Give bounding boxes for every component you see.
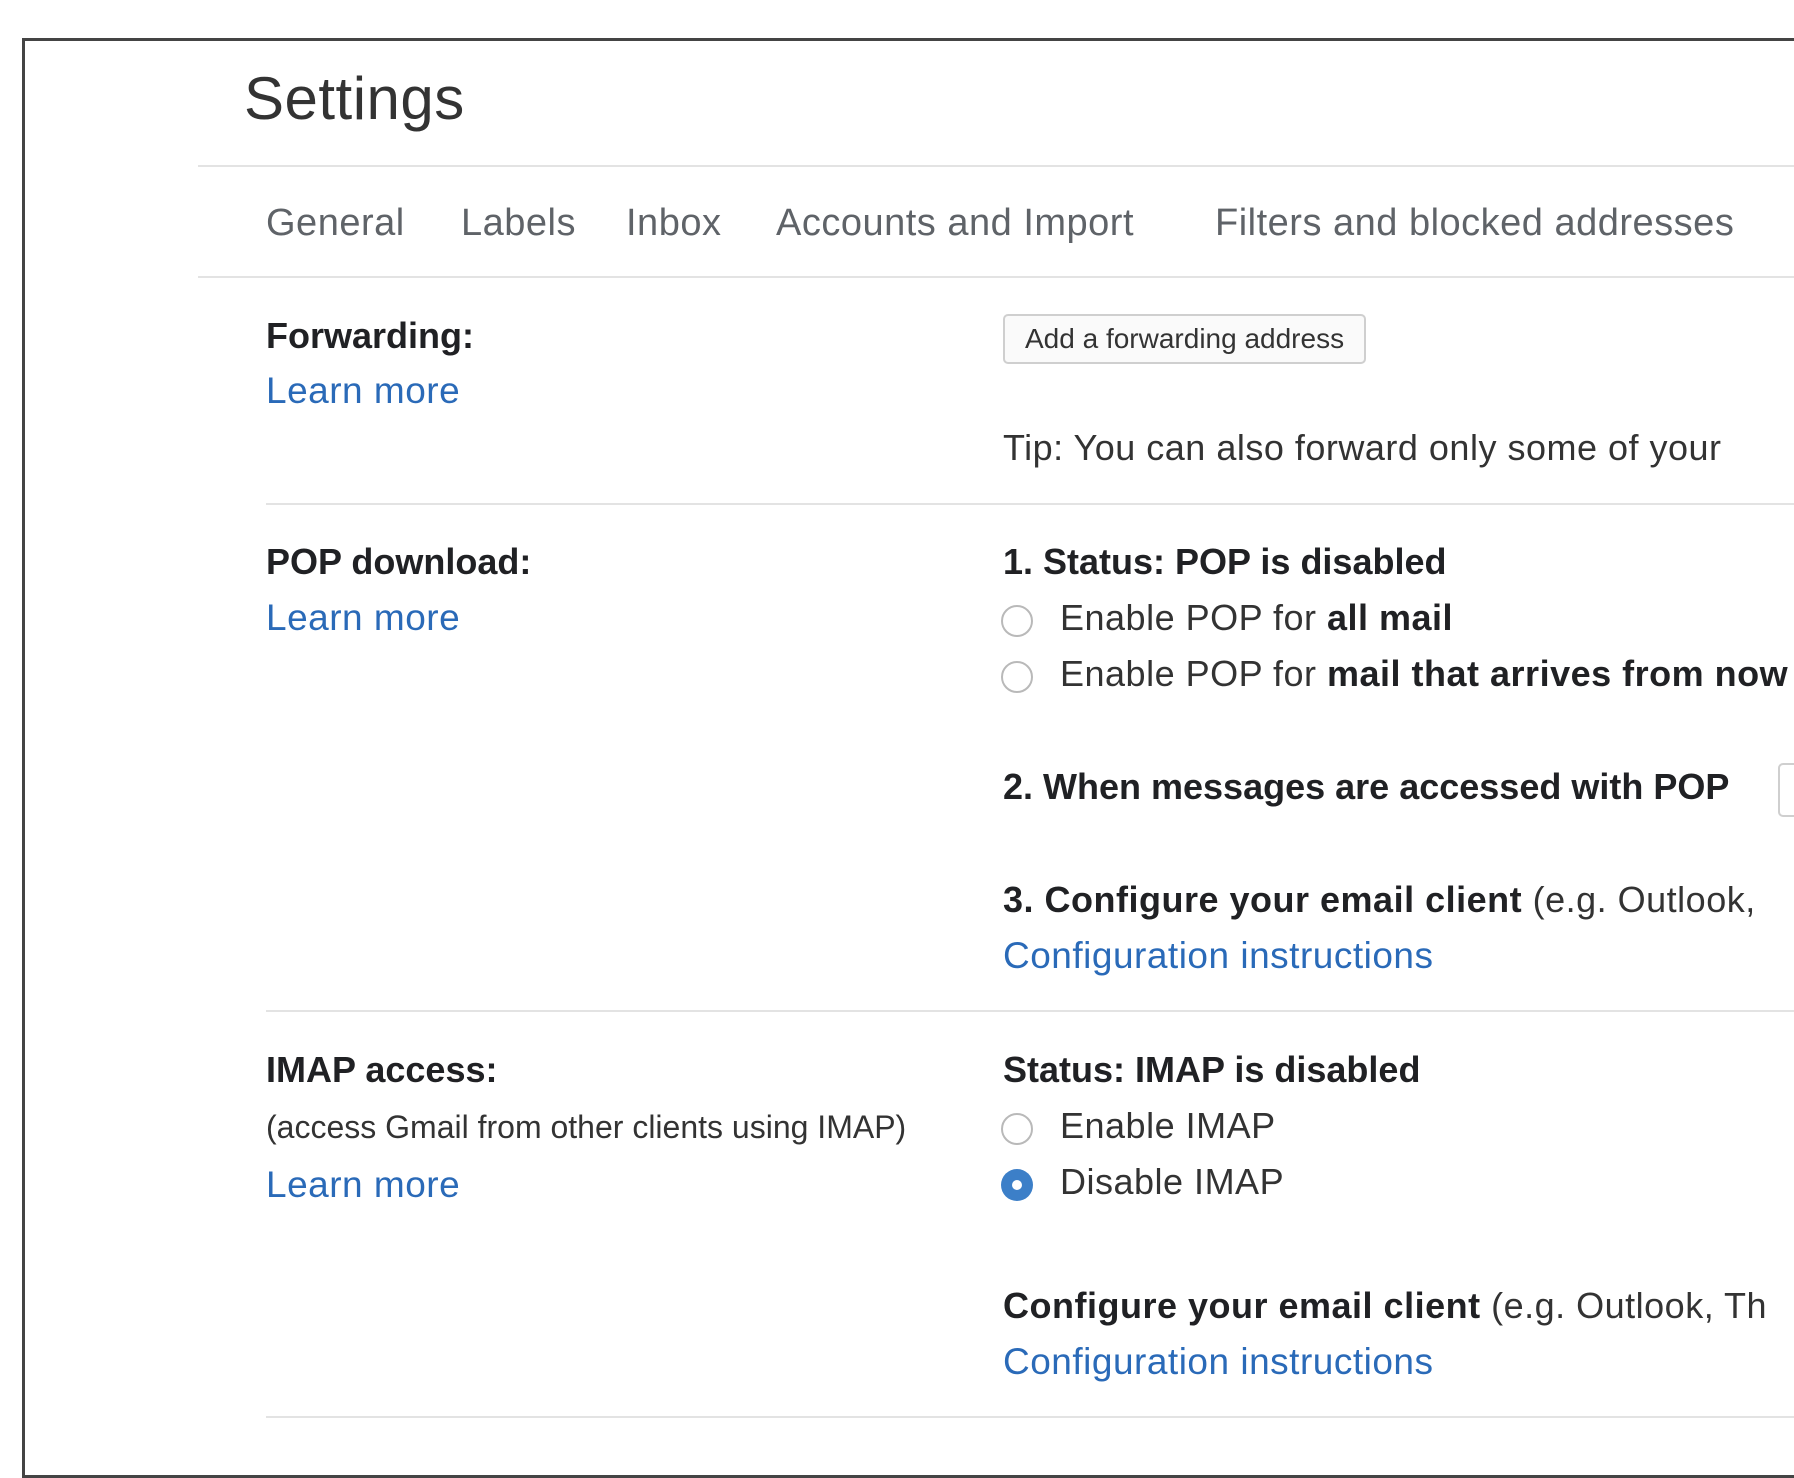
pop-all-mail-prefix: Enable POP for: [1060, 597, 1327, 638]
pop-status: 1. Status: POP is disabled: [1003, 541, 1447, 582]
section-divider: [266, 1416, 1794, 1418]
pop-when-accessed: 2. When messages are accessed with POP: [1003, 766, 1730, 807]
header-divider: [198, 165, 1794, 167]
imap-sublabel: (access Gmail from other clients using I…: [266, 1109, 907, 1145]
pop-all-mail-label[interactable]: Enable POP for all mail: [1060, 597, 1453, 639]
imap-status: Status: IMAP is disabled: [1003, 1049, 1421, 1090]
pop-configure-rest: (e.g. Outlook,: [1522, 879, 1756, 920]
section-divider: [266, 503, 1794, 505]
enable-imap-label[interactable]: Enable IMAP: [1060, 1105, 1276, 1147]
imap-learn-more-link[interactable]: Learn more: [266, 1164, 460, 1206]
disable-imap-label[interactable]: Disable IMAP: [1060, 1161, 1284, 1203]
tab-accounts-and-import[interactable]: Accounts and Import: [776, 202, 1134, 245]
imap-configure-text: Configure your email client (e.g. Outloo…: [1003, 1285, 1767, 1327]
tab-inbox[interactable]: Inbox: [626, 202, 721, 245]
pop-from-now-label[interactable]: Enable POP for mail that arrives from no…: [1060, 653, 1788, 695]
pop-all-mail-bold: all mail: [1327, 597, 1454, 638]
pop-configure-text: 3. Configure your email client (e.g. Out…: [1003, 879, 1756, 921]
forwarding-tip: Tip: You can also forward only some of y…: [1003, 427, 1722, 468]
pop-configuration-instructions-link[interactable]: Configuration instructions: [1003, 935, 1434, 977]
pop-download-label: POP download:: [266, 541, 532, 582]
pop-configure-bold: 3. Configure your email client: [1003, 879, 1523, 920]
add-forwarding-address-button[interactable]: Add a forwarding address: [1003, 314, 1367, 364]
pop-action-select[interactable]: [1778, 763, 1794, 817]
imap-access-label: IMAP access:: [266, 1049, 498, 1090]
tab-general[interactable]: General: [266, 202, 405, 245]
pop-from-now-bold: mail that arrives from now: [1327, 653, 1789, 694]
pop-all-mail-radio[interactable]: [1001, 605, 1033, 637]
pop-from-now-prefix: Enable POP for: [1060, 653, 1327, 694]
pop-from-now-radio[interactable]: [1001, 661, 1033, 693]
imap-configure-rest: (e.g. Outlook, Th: [1480, 1285, 1768, 1326]
pop-learn-more-link[interactable]: Learn more: [266, 597, 460, 639]
disable-imap-radio[interactable]: [1001, 1169, 1033, 1201]
section-divider: [266, 1010, 1794, 1012]
forwarding-label: Forwarding:: [266, 315, 474, 356]
tabs-divider: [198, 276, 1794, 278]
forwarding-learn-more-link[interactable]: Learn more: [266, 370, 460, 412]
tab-filters-and-blocked-addresses[interactable]: Filters and blocked addresses: [1215, 202, 1734, 245]
tab-labels[interactable]: Labels: [461, 202, 576, 245]
settings-window: [22, 38, 1794, 1478]
imap-configure-bold: Configure your email client: [1003, 1285, 1481, 1326]
page-title: Settings: [244, 65, 465, 132]
imap-configuration-instructions-link[interactable]: Configuration instructions: [1003, 1341, 1434, 1383]
enable-imap-radio[interactable]: [1001, 1113, 1033, 1145]
